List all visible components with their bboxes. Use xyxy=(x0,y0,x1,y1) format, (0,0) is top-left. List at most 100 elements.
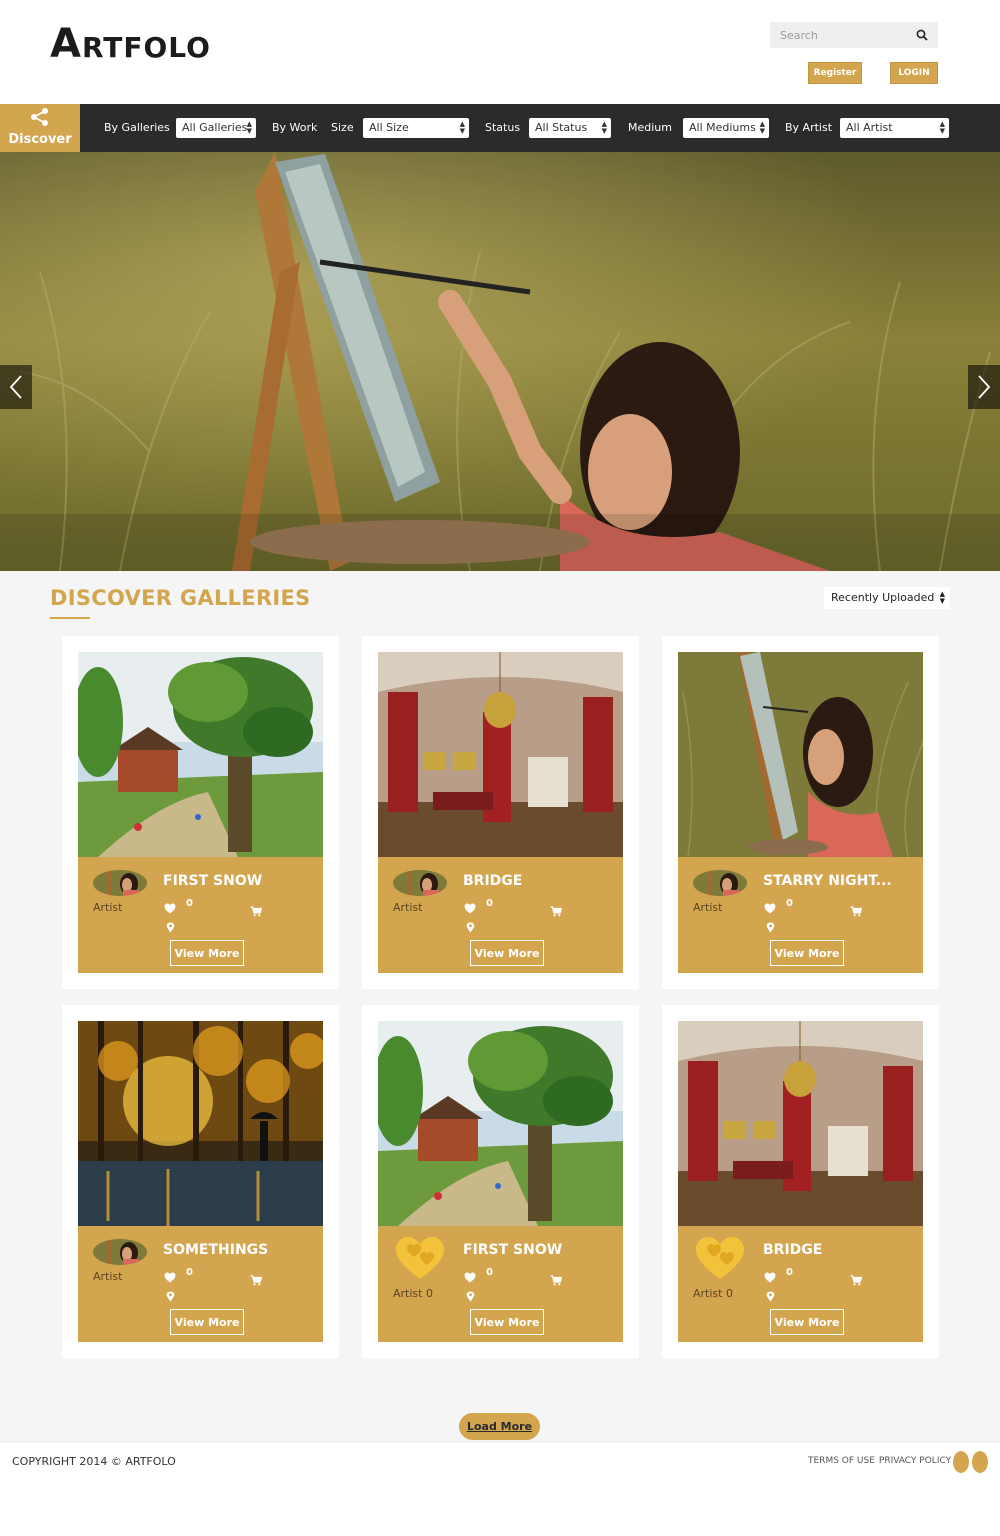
artist-name[interactable]: Artist 0 xyxy=(693,1287,733,1300)
site-footer: COPYRIGHT 2014 © ARTFOLO TERMS OF USE PRI… xyxy=(0,1441,1000,1536)
section-underline xyxy=(50,617,90,619)
cart-icon[interactable] xyxy=(550,1271,563,1286)
gallery-thumbnail[interactable] xyxy=(78,652,323,857)
hero-slider[interactable] xyxy=(0,152,1000,571)
artist-name[interactable]: Artist xyxy=(393,901,422,914)
cart-icon[interactable] xyxy=(250,1271,263,1286)
artist-avatar[interactable] xyxy=(693,870,747,896)
artist-name[interactable]: Artist 0 xyxy=(393,1287,433,1300)
size-label: Size xyxy=(331,121,354,134)
artist-avatar[interactable] xyxy=(93,870,147,896)
sort-select[interactable]: Recently Uploaded ▲ ▼ xyxy=(824,587,950,609)
register-button[interactable]: Register xyxy=(808,62,862,84)
heart-icon[interactable] xyxy=(164,1268,176,1283)
gallery-title[interactable]: FIRST SNOW xyxy=(463,1242,562,1258)
status-select-value: All Status xyxy=(535,121,588,134)
heart-icon[interactable] xyxy=(764,1268,776,1283)
search-icon[interactable] xyxy=(910,22,934,48)
heart-icon[interactable] xyxy=(164,899,176,914)
cart-icon[interactable] xyxy=(550,902,563,917)
gallery-card[interactable]: Artist STARRY NIGHT... 0 View More xyxy=(662,636,939,989)
map-pin-icon xyxy=(766,1287,775,1302)
map-pin-icon xyxy=(766,918,775,933)
like-count: 0 xyxy=(486,1267,493,1278)
artist-name[interactable]: Artist xyxy=(93,901,122,914)
view-more-button[interactable]: View More xyxy=(170,1309,244,1335)
view-more-button[interactable]: View More xyxy=(470,1309,544,1335)
galleries-select[interactable]: All Galleries ▲ ▼ xyxy=(176,118,256,138)
gallery-card[interactable]: Artist 0 FIRST SNOW 0 View More xyxy=(362,1005,639,1358)
section-title: DISCOVER GALLERIES xyxy=(50,586,311,610)
privacy-link[interactable]: PRIVACY POLICY xyxy=(879,1456,951,1466)
site-logo[interactable]: Artfolo xyxy=(50,22,211,66)
chevron-right-icon xyxy=(977,374,991,400)
cart-icon[interactable] xyxy=(850,1271,863,1286)
artist-avatar-heart-icon xyxy=(694,1235,746,1283)
by-work-label[interactable]: By Work xyxy=(272,121,317,134)
search-box[interactable] xyxy=(770,22,938,48)
gallery-thumbnail[interactable] xyxy=(78,1021,323,1226)
gallery-card-body: Artist FIRST SNOW 0 View More xyxy=(78,652,323,973)
gallery-thumbnail[interactable] xyxy=(378,652,623,857)
gallery-card[interactable]: Artist BRIDGE 0 View More xyxy=(362,636,639,989)
like-count: 0 xyxy=(486,898,493,909)
cart-icon[interactable] xyxy=(250,902,263,917)
heart-icon[interactable] xyxy=(464,1268,476,1283)
map-pin-icon xyxy=(166,1287,175,1302)
view-more-button[interactable]: View More xyxy=(770,940,844,966)
artist-select-value: All Artist xyxy=(846,121,893,134)
medium-label: Medium xyxy=(628,121,672,134)
artist-select[interactable]: All Artist ▲ ▼ xyxy=(840,118,949,138)
footer-links: TERMS OF USE PRIVACY POLICY xyxy=(808,1456,955,1466)
gallery-card-body: Artist 0 FIRST SNOW 0 View More xyxy=(378,1021,623,1342)
artist-avatar-heart-icon xyxy=(394,1235,446,1283)
gallery-title[interactable]: BRIDGE xyxy=(763,1242,822,1258)
view-more-button[interactable]: View More xyxy=(470,940,544,966)
map-pin-icon xyxy=(166,918,175,933)
heart-icon[interactable] xyxy=(764,899,776,914)
load-more-button[interactable]: Load More xyxy=(459,1413,540,1440)
by-galleries-label[interactable]: By Galleries xyxy=(104,121,170,134)
slider-next-button[interactable] xyxy=(968,365,1000,409)
discover-label: Discover xyxy=(8,132,72,147)
gallery-title[interactable]: FIRST SNOW xyxy=(163,873,262,889)
size-select-value: All Size xyxy=(369,121,409,134)
artist-name[interactable]: Artist xyxy=(693,901,722,914)
map-pin-icon xyxy=(466,1287,475,1302)
cart-icon[interactable] xyxy=(850,902,863,917)
sort-select-value: Recently Uploaded xyxy=(831,591,935,604)
gallery-thumbnail[interactable] xyxy=(678,1021,923,1226)
social-icon[interactable] xyxy=(972,1451,988,1473)
terms-link[interactable]: TERMS OF USE xyxy=(808,1456,875,1466)
gallery-title[interactable]: SOMETHINGS xyxy=(163,1242,268,1258)
search-input[interactable] xyxy=(770,22,910,48)
view-more-button[interactable]: View More xyxy=(170,940,244,966)
gallery-thumbnail[interactable] xyxy=(678,652,923,857)
medium-select[interactable]: All Mediums ▲ ▼ xyxy=(683,118,769,138)
gallery-thumbnail[interactable] xyxy=(378,1021,623,1226)
artist-avatar[interactable] xyxy=(393,870,447,896)
social-icon[interactable] xyxy=(953,1451,969,1473)
discover-tab[interactable]: Discover xyxy=(0,104,80,152)
size-select[interactable]: All Size ▲ ▼ xyxy=(363,118,469,138)
select-caret-icon: ▲ ▼ xyxy=(939,590,945,605)
slider-prev-button[interactable] xyxy=(0,365,32,409)
gallery-title[interactable]: BRIDGE xyxy=(463,873,522,889)
artist-name[interactable]: Artist xyxy=(93,1270,122,1283)
chevron-left-icon xyxy=(9,374,23,400)
select-caret-icon: ▲ ▼ xyxy=(459,120,465,135)
status-select[interactable]: All Status ▲ ▼ xyxy=(529,118,611,138)
heart-icon[interactable] xyxy=(464,899,476,914)
gallery-card[interactable]: Artist 0 BRIDGE 0 View More xyxy=(662,1005,939,1358)
gallery-title[interactable]: STARRY NIGHT... xyxy=(763,873,892,889)
gallery-card-body: Artist SOMETHINGS 0 View More xyxy=(78,1021,323,1342)
login-button[interactable]: LOGIN xyxy=(890,62,938,84)
gallery-card[interactable]: Artist SOMETHINGS 0 View More xyxy=(62,1005,339,1358)
share-icon xyxy=(29,108,51,130)
copyright-text: COPYRIGHT 2014 © ARTFOLO xyxy=(12,1455,176,1468)
hero-image xyxy=(0,152,1000,571)
artist-avatar[interactable] xyxy=(93,1239,147,1265)
select-caret-icon: ▲ ▼ xyxy=(939,120,945,135)
gallery-card[interactable]: Artist FIRST SNOW 0 View More xyxy=(62,636,339,989)
view-more-button[interactable]: View More xyxy=(770,1309,844,1335)
